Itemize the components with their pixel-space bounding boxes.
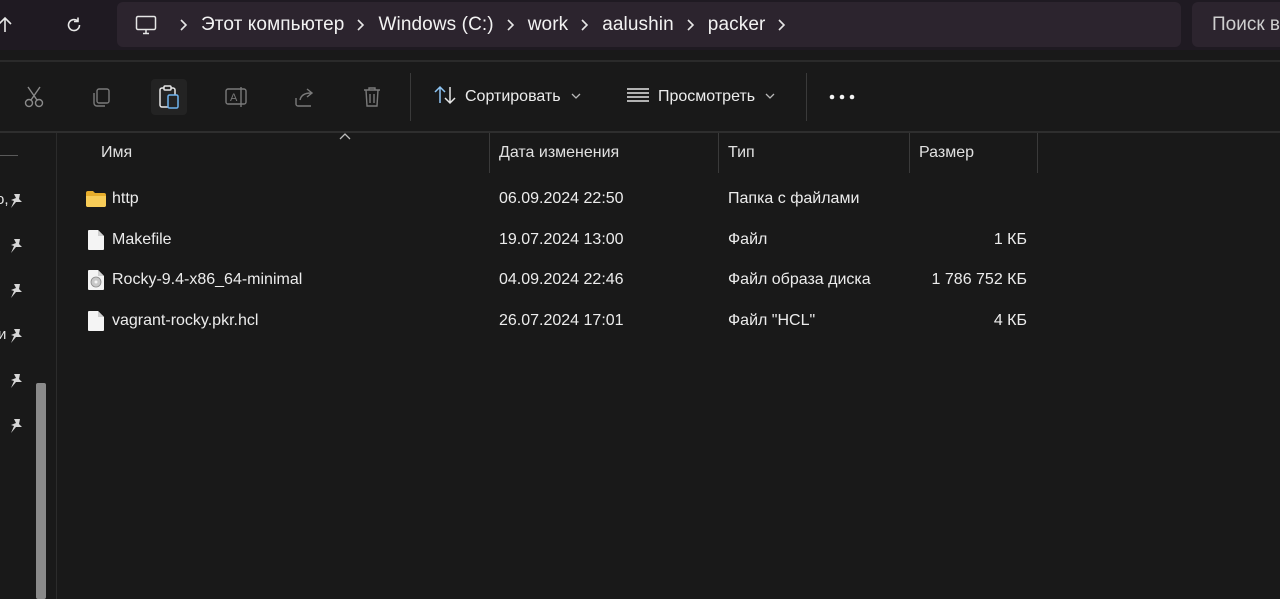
- pane-marker: [0, 155, 18, 156]
- column-resize-handle[interactable]: [718, 133, 719, 173]
- nav-item-pinned[interactable]: [0, 235, 30, 259]
- rename-icon[interactable]: A: [219, 79, 255, 115]
- file-type: Папка с файлами: [728, 190, 860, 207]
- column-header-type[interactable]: Тип: [728, 133, 755, 173]
- column-header-date[interactable]: Дата изменения: [499, 133, 619, 173]
- file-name[interactable]: http: [112, 179, 139, 219]
- view-button[interactable]: Просмотреть: [626, 81, 775, 113]
- file-icon: [85, 228, 107, 252]
- computer-icon[interactable]: [135, 15, 157, 35]
- file-type: Файл: [728, 231, 768, 248]
- breadcrumb-item-drive[interactable]: Windows (C:): [378, 14, 493, 36]
- pin-icon: [9, 418, 23, 439]
- file-date: 06.09.2024 22:50: [499, 190, 624, 207]
- chevron-right-icon[interactable]: [179, 18, 189, 32]
- up-arrow-icon[interactable]: [0, 8, 22, 42]
- nav-item-pinned[interactable]: [0, 280, 30, 304]
- nav-item-pinned[interactable]: и: [0, 325, 30, 349]
- nav-item-label: и: [0, 326, 7, 343]
- sort-label: Сортировать: [465, 88, 561, 105]
- chevron-right-icon[interactable]: [686, 18, 696, 32]
- chevron-right-icon[interactable]: [356, 18, 366, 32]
- column-headers: Имя Дата изменения Тип Размер: [57, 133, 1280, 173]
- pin-icon: [9, 283, 23, 304]
- breadcrumb-item-packer[interactable]: packer: [708, 14, 766, 36]
- chevron-down-icon: [571, 92, 581, 103]
- file-row[interactable]: Rocky-9.4-x86_64-minimal 04.09.2024 22:4…: [57, 260, 1057, 300]
- refresh-icon[interactable]: [57, 8, 91, 42]
- file-row[interactable]: http 06.09.2024 22:50 Папка с файлами: [57, 179, 1057, 219]
- column-resize-handle[interactable]: [1037, 133, 1038, 173]
- chevron-right-icon[interactable]: [506, 18, 516, 32]
- file-type: Файл образа диска: [728, 271, 871, 288]
- column-resize-handle[interactable]: [909, 133, 910, 173]
- file-size: 4 КБ: [993, 312, 1027, 329]
- sort-ascending-icon: [339, 127, 351, 145]
- file-name[interactable]: Rocky-9.4-x86_64-minimal: [112, 260, 302, 300]
- view-label: Просмотреть: [658, 88, 756, 105]
- svg-text:A: A: [230, 92, 238, 104]
- column-header-size[interactable]: Размер: [919, 133, 974, 173]
- file-size: 1 КБ: [993, 231, 1027, 248]
- breadcrumb-item-this-pc[interactable]: Этот компьютер: [201, 14, 344, 36]
- breadcrumb[interactable]: Этот компьютер Windows (C:) work aalushi…: [117, 2, 1181, 47]
- column-resize-handle[interactable]: [489, 133, 490, 173]
- file-date: 19.07.2024 13:00: [499, 231, 624, 248]
- chevron-down-icon: [765, 92, 775, 103]
- share-icon[interactable]: [287, 79, 323, 115]
- pin-icon: [9, 328, 23, 349]
- file-row[interactable]: Makefile 19.07.2024 13:00 Файл 1 КБ: [57, 220, 1057, 260]
- paste-icon[interactable]: [151, 79, 187, 115]
- file-type: Файл "HCL": [728, 312, 816, 329]
- copy-icon[interactable]: [83, 79, 119, 115]
- toolbar-separator: [806, 73, 807, 121]
- sort-button[interactable]: Сортировать: [433, 81, 581, 113]
- file-name[interactable]: Makefile: [112, 220, 172, 260]
- pin-icon: [9, 193, 23, 214]
- nav-scrollbar[interactable]: [36, 383, 46, 599]
- breadcrumb-item-work[interactable]: work: [528, 14, 569, 36]
- nav-item-pinned[interactable]: о,: [0, 190, 30, 214]
- file-name[interactable]: vagrant-rocky.pkr.hcl: [112, 301, 258, 341]
- file-row[interactable]: vagrant-rocky.pkr.hcl 26.07.2024 17:01 Ф…: [57, 301, 1057, 341]
- sort-icon: [433, 84, 457, 111]
- address-row: Этот компьютер Windows (C:) work aalushi…: [0, 0, 1280, 50]
- pin-icon: [9, 373, 23, 394]
- delete-icon[interactable]: [354, 79, 390, 115]
- file-date: 26.07.2024 17:01: [499, 312, 624, 329]
- file-size: 1 786 752 КБ: [931, 271, 1027, 288]
- nav-item-pinned[interactable]: [0, 370, 30, 394]
- toolbar-separator: [410, 73, 411, 121]
- chevron-right-icon[interactable]: [777, 18, 787, 32]
- command-toolbar: A Сортировать Просмотреть: [0, 63, 1280, 131]
- column-header-name[interactable]: Имя: [101, 133, 132, 173]
- nav-item-pinned[interactable]: [0, 415, 30, 439]
- nav-item-label: о,: [0, 191, 9, 208]
- cut-icon[interactable]: [16, 79, 52, 115]
- disk-image-icon: [85, 268, 107, 292]
- search-input[interactable]: Поиск в: [1192, 2, 1280, 47]
- view-list-icon: [626, 86, 650, 109]
- breadcrumb-item-aalushin[interactable]: aalushin: [602, 14, 674, 36]
- chevron-right-icon[interactable]: [580, 18, 590, 32]
- navigation-pane: о, и: [0, 133, 57, 599]
- file-size: [919, 179, 1027, 219]
- folder-icon: [85, 187, 107, 211]
- file-icon: [85, 309, 107, 333]
- ellipsis-icon[interactable]: [826, 83, 858, 111]
- divider: [0, 60, 1280, 62]
- pin-icon: [9, 238, 23, 259]
- file-date: 04.09.2024 22:46: [499, 271, 624, 288]
